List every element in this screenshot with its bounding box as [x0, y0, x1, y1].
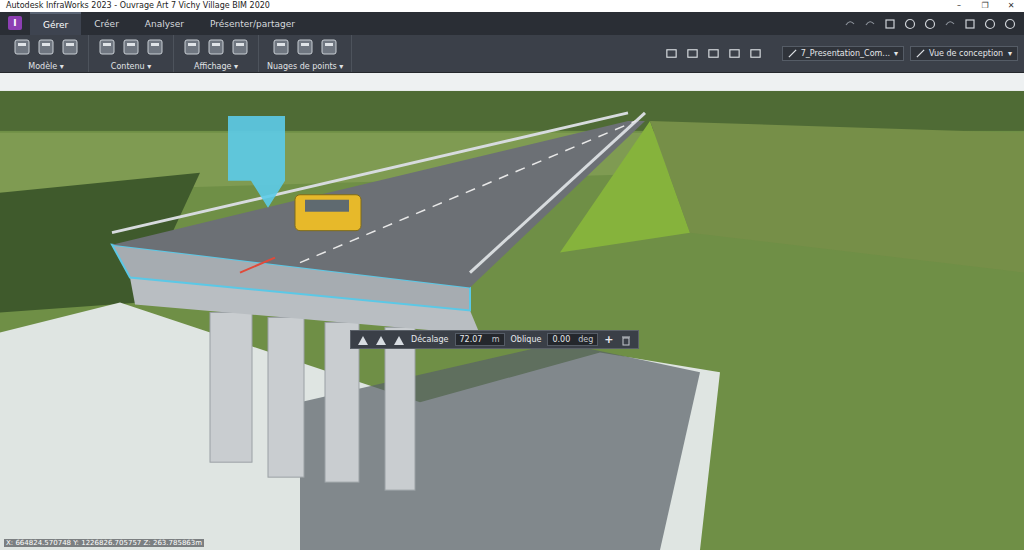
window-control-button[interactable]: – — [946, 0, 972, 12]
ribbon-tool-icon[interactable] — [145, 37, 165, 57]
title-bar: Autodesk InfraWorks 2023 - Ouvrage Art 7… — [0, 0, 1024, 12]
ribbon-tool-icon[interactable] — [230, 37, 250, 57]
direction-arrow — [240, 258, 275, 273]
app-logo[interactable]: I — [8, 16, 22, 30]
ribbon-tool-icon[interactable] — [271, 37, 291, 57]
window-control-button[interactable]: ✕ — [998, 0, 1024, 12]
cube-icon[interactable] — [964, 18, 976, 30]
ribbon-panel: Modèle ▾ Contenu ▾ Affichage ▾ Nuages de po… — [0, 35, 1024, 73]
ribbon-tab[interactable]: Présenter/partager — [197, 12, 308, 35]
ribbon-tool-icon[interactable] — [182, 37, 202, 57]
coordinates-readout: X: 664824.570748 Y: 1226826.705757 Z: 26… — [4, 539, 204, 547]
dropdown-arrow: ▾ — [894, 49, 898, 58]
user-icon[interactable] — [1004, 18, 1016, 30]
ribbon-tool-icon[interactable] — [121, 37, 141, 57]
help-icon[interactable] — [984, 18, 996, 30]
car-window — [305, 200, 349, 212]
window-control-button[interactable]: ❐ — [972, 0, 998, 12]
terrain — [0, 73, 1024, 550]
selection-arrow[interactable] — [228, 116, 285, 208]
edit-tool-icon[interactable] — [393, 334, 405, 346]
ribbon-group-label[interactable]: Affichage ▾ — [194, 62, 238, 71]
selector-label: 7_Presentation_Com... — [801, 49, 890, 58]
redo-icon[interactable] — [864, 18, 876, 30]
ribbon-tool-icon[interactable] — [12, 37, 32, 57]
skew-field[interactable]: 0.00 deg — [547, 333, 598, 346]
river-shadow — [300, 342, 700, 550]
skew-label: Oblique — [511, 335, 542, 344]
ribbon-tool-icon[interactable] — [97, 37, 117, 57]
dropdown-arrow: ▾ — [1008, 49, 1012, 58]
ribbon-tab[interactable]: Créer — [81, 12, 132, 35]
3d-viewport[interactable]: Décalage 72.07 m Oblique 0.00 deg + X: 664824.5… — [0, 73, 1024, 550]
bridge-road — [112, 121, 645, 288]
pointer-icon[interactable] — [686, 47, 699, 60]
field-right — [650, 121, 1024, 273]
ribbon-tool-icon[interactable] — [60, 37, 80, 57]
ribbon-tab-bar: I GérerCréerAnalyserPrésenter/partager — [0, 12, 1024, 35]
ribbon-tabs: GérerCréerAnalyserPrésenter/partager — [30, 12, 308, 35]
panel-icon[interactable] — [749, 47, 762, 60]
selector-label: Vue de conception — [929, 49, 1003, 58]
ribbon-tab[interactable]: Gérer — [30, 12, 81, 35]
ribbon-group-icons — [182, 37, 250, 57]
ribbon-tab[interactable]: Analyser — [132, 12, 197, 35]
offset-label: Décalage — [411, 335, 449, 344]
ribbon-group: Contenu ▾ — [89, 35, 174, 72]
quick-access-icons — [844, 12, 1024, 35]
ribbon-group-icons — [97, 37, 165, 57]
ribbon-group-label[interactable]: Modèle ▾ — [28, 62, 64, 71]
railing-right — [470, 113, 645, 273]
view-selector[interactable]: Vue de conception ▾ — [910, 46, 1018, 61]
measure-icon[interactable] — [707, 47, 720, 60]
view-tools — [665, 35, 782, 72]
ribbon-group: Affichage ▾ — [174, 35, 259, 72]
edit-tool-icon[interactable] — [375, 334, 387, 346]
bridge-pier — [210, 312, 252, 462]
edit-tool-icon[interactable] — [357, 334, 369, 346]
selector-icon — [788, 49, 797, 58]
trash-icon[interactable] — [620, 334, 632, 346]
grid-icon[interactable] — [884, 18, 896, 30]
offset-unit: m — [492, 335, 500, 344]
viewport-scene[interactable] — [0, 73, 1024, 550]
ribbon-group-label[interactable]: Nuages de points ▾ — [267, 62, 343, 71]
ribbon-group: Modèle ▾ — [4, 35, 89, 72]
window-title: Autodesk InfraWorks 2023 - Ouvrage Art 7… — [6, 0, 270, 12]
ribbon-tool-icon[interactable] — [295, 37, 315, 57]
bridge-edit-toolbar: Décalage 72.07 m Oblique 0.00 deg + — [350, 330, 639, 349]
tree-line — [0, 91, 1024, 131]
river-fog — [0, 303, 720, 550]
offset-field[interactable]: 72.07 m — [455, 333, 505, 346]
add-button[interactable]: + — [604, 334, 613, 345]
ribbon-group-icons — [271, 37, 339, 57]
ribbon-group: Nuages de points ▾ — [259, 35, 352, 72]
lane-marking — [300, 121, 636, 263]
undo-icon[interactable] — [844, 18, 856, 30]
bridge-pier — [268, 317, 304, 477]
selector-icon — [916, 49, 925, 58]
ribbon-tool-icon[interactable] — [206, 37, 226, 57]
ribbon-tool-icon[interactable] — [36, 37, 56, 57]
globe-icon[interactable] — [924, 18, 936, 30]
ribbon-group-label[interactable]: Contenu ▾ — [111, 62, 151, 71]
infraworks-window: Autodesk InfraWorks 2023 - Ouvrage Art 7… — [0, 0, 1024, 550]
view-selector[interactable]: 7_Presentation_Com... ▾ — [782, 46, 904, 61]
car — [295, 195, 361, 231]
screen-icon[interactable] — [665, 47, 678, 60]
bridge-pier — [385, 327, 415, 490]
ribbon-group-icons — [12, 37, 80, 57]
ribbon-tool-icon[interactable] — [319, 37, 339, 57]
offset-value: 72.07 — [460, 335, 483, 344]
gear-icon[interactable] — [904, 18, 916, 30]
skew-unit: deg — [578, 335, 593, 344]
window-controls: –❐✕ — [946, 0, 1024, 12]
skew-value: 0.00 — [552, 335, 570, 344]
sync-icon[interactable] — [944, 18, 956, 30]
cross-icon[interactable] — [728, 47, 741, 60]
railing-left — [112, 113, 628, 233]
